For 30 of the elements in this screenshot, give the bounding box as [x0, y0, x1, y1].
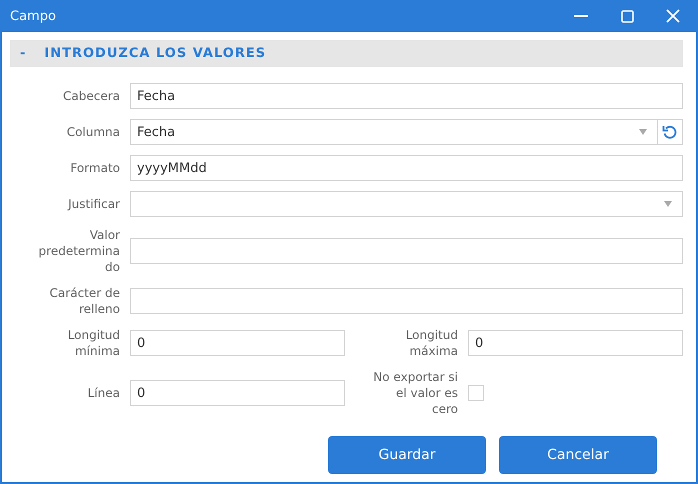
field-label: Cabecera — [63, 88, 120, 104]
text-field[interactable]: Fecha — [130, 83, 683, 109]
window-title: Campo — [10, 8, 57, 24]
caret-icon — [639, 129, 647, 135]
reset-icon — [662, 124, 678, 140]
text-field[interactable]: 0 — [130, 380, 345, 406]
text-field[interactable]: yyyyMMdd — [130, 155, 683, 181]
dropdown[interactable] — [130, 191, 683, 217]
field-label: Longitud máxima — [404, 327, 458, 359]
caret-icon — [664, 201, 672, 207]
minimize-icon — [574, 15, 588, 17]
maximize-icon — [620, 10, 634, 22]
field-label: Línea — [88, 385, 120, 401]
dropdown[interactable]: Fecha — [130, 119, 683, 145]
close-icon — [666, 9, 680, 23]
text-field[interactable]: 0 — [130, 330, 345, 356]
field-label: Justificar — [68, 196, 120, 212]
cancel-button[interactable]: Cancelar — [499, 436, 657, 474]
field-label: Formato — [70, 160, 120, 176]
section-title: INTRODUZCA LOS VALORES — [44, 46, 266, 61]
field-label: Columna — [66, 124, 120, 140]
text-field[interactable] — [130, 238, 683, 264]
field-label: No exportar si el valor es cero — [372, 369, 458, 417]
save-button[interactable]: Guardar — [328, 436, 486, 474]
field-label: Valor predeterminado — [38, 227, 120, 275]
field-label: Carácter de relleno — [48, 285, 120, 317]
field-label: Longitud mínima — [66, 327, 120, 359]
checkbox[interactable] — [468, 385, 484, 401]
text-field[interactable] — [130, 288, 683, 314]
text-field[interactable]: 0 — [468, 330, 683, 356]
